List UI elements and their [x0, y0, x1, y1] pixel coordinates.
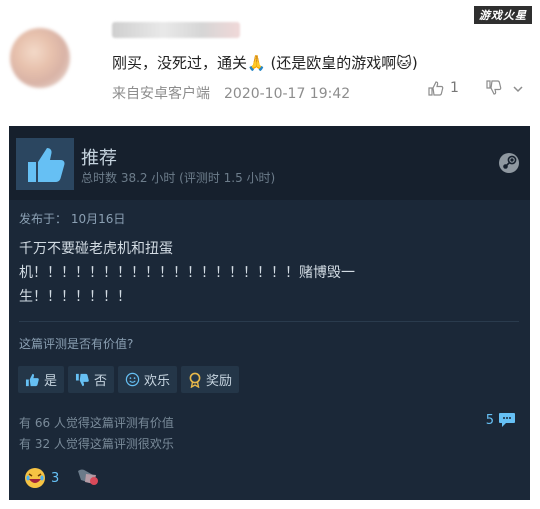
post-timestamp: 2020-10-17 19:42	[224, 86, 351, 102]
divider	[19, 321, 519, 322]
steam-logo-icon	[498, 152, 520, 178]
award-chip-laugh[interactable]: 3	[23, 464, 59, 492]
hours-played: 总时数 38.2 小时 (评测时 1.5 小时)	[81, 171, 276, 185]
comments-button[interactable]: 5	[486, 412, 516, 428]
vote-yes-button[interactable]: 是	[18, 366, 65, 393]
review-line: 机！！！！！！！！！！！！！！！！！！！赌博毁一	[19, 265, 355, 281]
thumbs-up-outline-icon	[428, 80, 444, 96]
dislike-button[interactable]	[486, 80, 502, 99]
social-post: 游戏火星 刚买，没死过，通关🙏 (还是欧皇的游戏啊🐱) 来自安卓客户端 2020-…	[0, 0, 540, 118]
avatar[interactable]	[10, 28, 70, 88]
watermark-logo: 游戏火星	[474, 6, 532, 24]
thumbs-up-icon	[25, 373, 39, 386]
post-text: 刚买，没死过，通关🙏 (还是欧皇的游戏啊🐱)	[112, 54, 418, 72]
thumbs-down-outline-icon	[486, 80, 502, 95]
review-text: 千万不要碰老虎机和扭蛋 机！！！！！！！！！！！！！！！！！！！赌博毁一 生！！…	[19, 237, 479, 309]
recommendation-title: 推荐	[81, 148, 117, 169]
vote-yes-label: 是	[44, 374, 58, 389]
award-label: 奖励	[206, 374, 233, 389]
review-header: 推荐 总时数 38.2 小时 (评测时 1.5 小时)	[9, 126, 530, 200]
steam-review-card: 推荐 总时数 38.2 小时 (评测时 1.5 小时) 发布于： 10月16日 …	[9, 126, 530, 500]
helpful-count: 有 66 人觉得这篇评测有价值	[19, 416, 174, 430]
chevron-down-icon	[513, 86, 523, 93]
add-reaction-button[interactable]	[75, 464, 101, 492]
posted-date: 发布于： 10月16日	[19, 212, 126, 226]
vote-no-label: 否	[94, 374, 108, 389]
laughing-face-award-icon	[25, 468, 45, 488]
review-line: 生！！！！！！！	[19, 289, 131, 305]
post-meta: 来自安卓客户端 2020-10-17 19:42	[112, 83, 350, 103]
funny-count: 有 32 人觉得这篇评测很欢乐	[19, 437, 174, 451]
recommended-thumb-icon	[16, 138, 74, 190]
awards-row: 3	[23, 464, 101, 492]
like-button[interactable]: 1	[428, 80, 459, 96]
add-reaction-icon	[78, 469, 99, 485]
vote-funny-label: 欢乐	[144, 374, 171, 389]
vote-buttons: 是 否 欢乐 奖励	[18, 366, 240, 393]
helpful-question: 这篇评测是否有价值?	[19, 337, 134, 351]
award-count: 3	[51, 470, 60, 486]
post-source: 来自安卓客户端	[112, 86, 210, 102]
award-button[interactable]: 奖励	[181, 366, 240, 393]
vote-no-button[interactable]: 否	[68, 366, 115, 393]
review-line: 千万不要碰老虎机和扭蛋	[19, 241, 173, 257]
comment-count: 5	[485, 412, 494, 428]
comment-bubble-icon	[499, 413, 515, 427]
vote-funny-button[interactable]: 欢乐	[118, 366, 178, 393]
smiley-icon	[125, 372, 140, 387]
more-menu-button[interactable]	[512, 80, 524, 99]
thumbs-down-icon	[75, 373, 89, 386]
username-blurred	[112, 22, 240, 38]
like-count: 1	[450, 80, 459, 96]
award-medal-icon	[189, 372, 201, 388]
